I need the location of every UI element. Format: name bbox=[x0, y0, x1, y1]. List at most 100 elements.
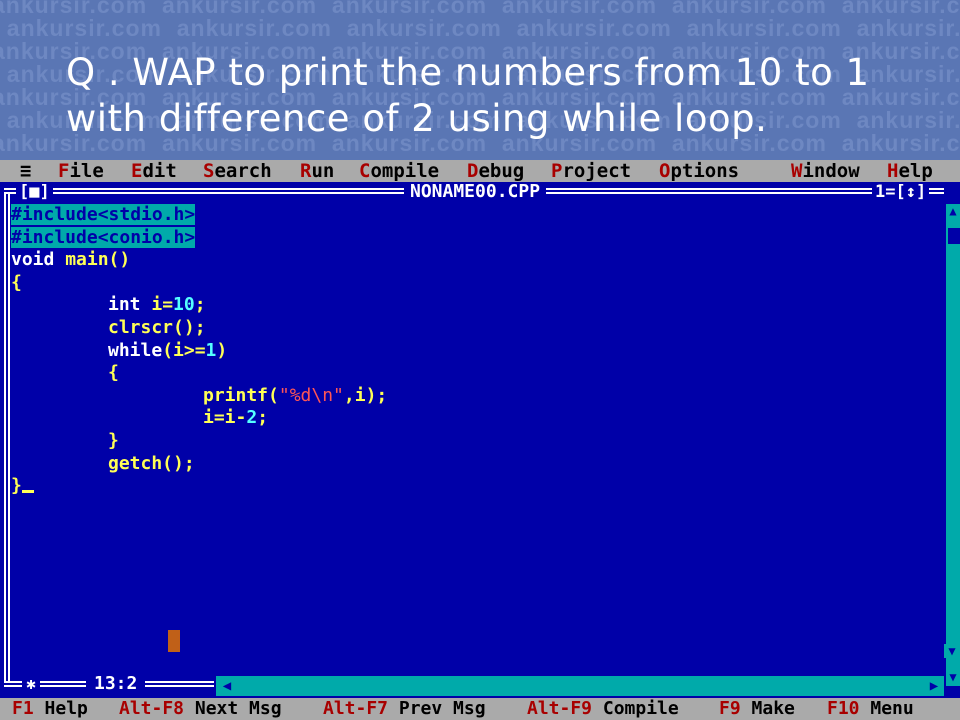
fkey-key: Alt-F7 bbox=[323, 698, 389, 719]
code-line: #include<stdio.h> bbox=[11, 204, 941, 227]
menu-compile[interactable]: Compile bbox=[359, 160, 439, 182]
fkey-label: Make bbox=[740, 698, 795, 719]
code-line: { bbox=[11, 362, 941, 385]
menu-hotkey: W bbox=[791, 160, 803, 182]
menu-label: ompile bbox=[370, 160, 440, 182]
window-title: NONAME00.CPP bbox=[404, 182, 547, 202]
code-text: ; bbox=[194, 294, 206, 316]
question-line-2: with difference of 2 using while loop. bbox=[66, 97, 768, 140]
code-text: clrscr(); bbox=[108, 316, 206, 338]
menu-hotkey: R bbox=[300, 160, 312, 182]
code-line: } bbox=[11, 430, 941, 453]
menu-help[interactable]: Help bbox=[887, 160, 933, 182]
fkey-prev-msg[interactable]: Alt-F7 Prev Msg bbox=[323, 698, 486, 720]
fkey-key: F9 bbox=[719, 698, 741, 719]
code-text: i= bbox=[140, 294, 174, 316]
scroll-down-arrow-icon[interactable]: ▼ bbox=[946, 668, 960, 686]
menu-label: un bbox=[311, 160, 335, 182]
menu-hotkey: C bbox=[359, 160, 371, 182]
number-literal: 2 bbox=[246, 407, 258, 429]
code-line: } bbox=[11, 475, 941, 498]
fkey-label: Next Msg bbox=[184, 698, 282, 719]
menu-window[interactable]: Window bbox=[791, 160, 860, 182]
code-line: { bbox=[11, 272, 941, 295]
code-area[interactable]: #include<stdio.h> #include<conio.h> void… bbox=[11, 204, 941, 498]
code-line: #include<conio.h> bbox=[11, 226, 941, 250]
fkey-menu[interactable]: F10 Menu bbox=[827, 698, 914, 720]
code-text: getch(); bbox=[108, 452, 195, 474]
menu-edit[interactable]: Edit bbox=[131, 160, 177, 182]
mouse-cursor-block bbox=[168, 630, 180, 652]
menu-label: ptions bbox=[670, 160, 740, 182]
vertical-scrollbar[interactable] bbox=[946, 204, 960, 686]
menu-label: earch bbox=[214, 160, 272, 182]
function-key-bar: F1 Help Alt-F8 Next Msg Alt-F7 Prev Msg … bbox=[0, 698, 960, 720]
preprocessor-directive: #include<stdio.h> bbox=[11, 204, 196, 225]
fkey-label: Prev Msg bbox=[388, 698, 486, 719]
code-text: { bbox=[108, 362, 119, 384]
fkey-key: F10 bbox=[827, 698, 860, 719]
menu-label: ile bbox=[69, 160, 104, 182]
menu-hotkey: P bbox=[551, 160, 563, 182]
system-menu-icon[interactable]: ≡ bbox=[20, 160, 31, 182]
menu-hotkey: H bbox=[887, 160, 899, 182]
question-line-1: Q . WAP to print the numbers from 10 to … bbox=[66, 51, 870, 94]
window-number-zoom[interactable]: 1=[↕] bbox=[872, 182, 930, 202]
fkey-key: Alt-F8 bbox=[119, 698, 185, 719]
fkey-help[interactable]: F1 Help bbox=[12, 698, 88, 720]
menu-search[interactable]: Search bbox=[203, 160, 272, 182]
fkey-make[interactable]: F9 Make bbox=[719, 698, 795, 720]
menu-debug[interactable]: Debug bbox=[467, 160, 524, 182]
code-line: clrscr(); bbox=[11, 317, 941, 340]
menu-options[interactable]: Options bbox=[659, 160, 739, 182]
code-text: } bbox=[11, 475, 22, 497]
question-banner: ankursir.com ankursir.com ankursir.com a… bbox=[0, 0, 960, 160]
keyword: int bbox=[108, 294, 141, 316]
code-line: i=i-2; bbox=[11, 407, 941, 430]
code-text: { bbox=[11, 271, 22, 293]
editor-window: [■] NONAME00.CPP 1=[↕] #include<stdio.h>… bbox=[0, 182, 960, 698]
code-line: getch(); bbox=[11, 453, 941, 476]
menu-hotkey: O bbox=[659, 160, 671, 182]
fkey-compile[interactable]: Alt-F9 Compile bbox=[527, 698, 679, 720]
string-literal: "%d\n" bbox=[278, 384, 344, 406]
window-frame-left bbox=[4, 192, 10, 682]
cursor-position: 13:2 bbox=[86, 674, 146, 694]
menu-label: elp bbox=[898, 160, 933, 182]
number-literal: 1 bbox=[205, 339, 217, 361]
code-text: i=i- bbox=[203, 407, 247, 429]
code-text: (i>= bbox=[162, 339, 206, 361]
code-line: int i=10; bbox=[11, 294, 941, 317]
fkey-label: Compile bbox=[592, 698, 679, 719]
fkey-label: Help bbox=[33, 698, 88, 719]
code-text: } bbox=[108, 429, 119, 451]
code-text: ,i); bbox=[343, 384, 388, 406]
text-cursor bbox=[21, 490, 34, 494]
question-text: Q . WAP to print the numbers from 10 to … bbox=[66, 50, 946, 142]
scroll-up-arrow-icon[interactable]: ▲ bbox=[946, 204, 960, 218]
preprocessor-directive: #include<conio.h> bbox=[11, 226, 196, 248]
fkey-next-msg[interactable]: Alt-F8 Next Msg bbox=[119, 698, 282, 720]
menu-hotkey: D bbox=[467, 160, 479, 182]
number-literal: 10 bbox=[173, 294, 195, 316]
menu-label: dit bbox=[142, 160, 177, 182]
fkey-key: F1 bbox=[12, 698, 34, 719]
menu-hotkey: E bbox=[131, 160, 143, 182]
fkey-label: Menu bbox=[859, 698, 914, 719]
vertical-scroll-thumb[interactable] bbox=[948, 228, 960, 244]
menu-label: ebug bbox=[478, 160, 525, 182]
code-line: while(i>=1) bbox=[11, 340, 941, 363]
close-box-button[interactable]: [■] bbox=[16, 182, 53, 202]
scroll-down-marker-icon[interactable]: ▼ bbox=[944, 644, 960, 658]
menu-label: indow bbox=[802, 160, 860, 182]
code-line: void main() bbox=[11, 249, 941, 272]
menu-project[interactable]: Project bbox=[551, 160, 631, 182]
horizontal-scrollbar[interactable] bbox=[216, 676, 944, 696]
scroll-right-arrow-icon[interactable]: ▶ bbox=[924, 676, 944, 696]
menu-file[interactable]: File bbox=[58, 160, 104, 182]
code-text: ) bbox=[216, 339, 228, 361]
menu-label: roject bbox=[562, 160, 632, 182]
resize-star-icon[interactable]: ✱ bbox=[22, 674, 40, 694]
scroll-left-arrow-icon[interactable]: ◀ bbox=[216, 676, 238, 696]
menu-run[interactable]: Run bbox=[300, 160, 334, 182]
